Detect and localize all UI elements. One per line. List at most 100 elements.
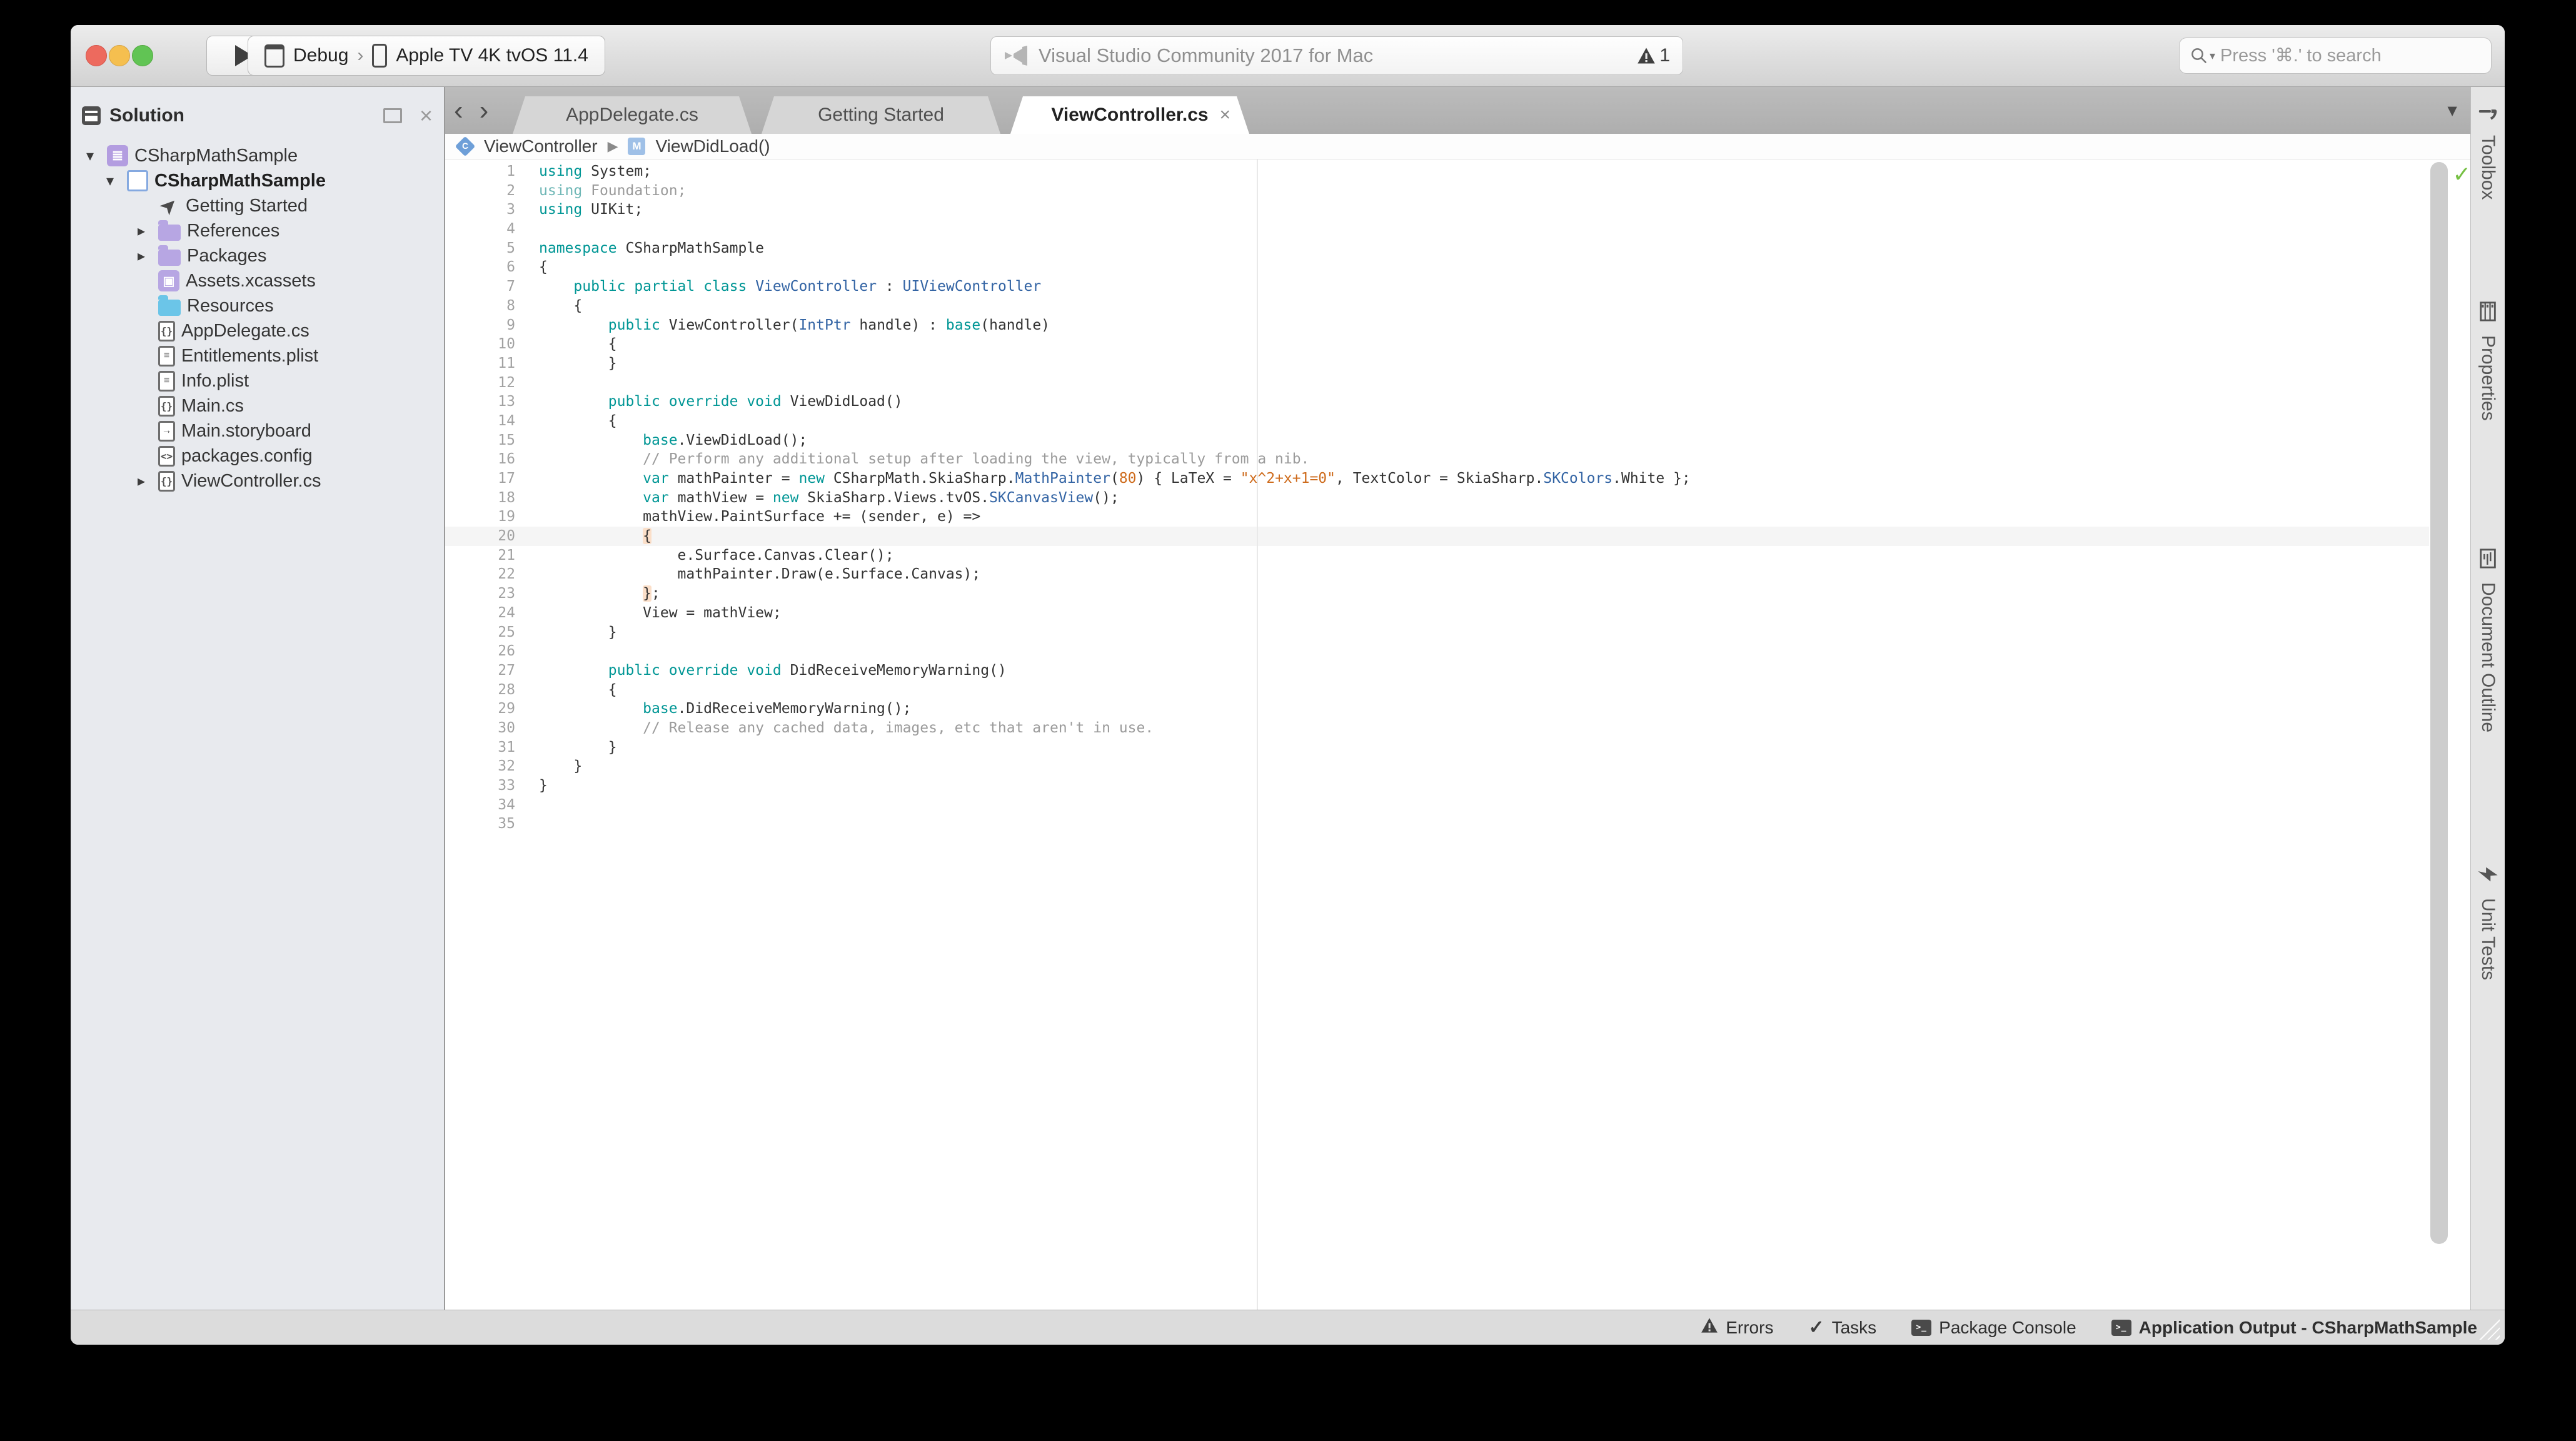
tab-strip: ‹ › AppDelegate.cs Getting Started ViewCon… (445, 87, 2470, 134)
line-number: 25 (498, 624, 515, 640)
tree-item-packages[interactable]: ▸ Packages (71, 243, 444, 268)
dock-pad-icon[interactable] (383, 108, 402, 123)
tree-item-resources[interactable]: Resources (71, 293, 444, 318)
dock-tab-properties[interactable]: Properties (2471, 301, 2505, 421)
tab-label: Getting Started (818, 104, 944, 125)
line-number: 1 (506, 163, 515, 179)
app-title: Visual Studio Community 2017 for Mac (1039, 44, 1374, 66)
expander-right-icon[interactable]: ▸ (131, 247, 152, 265)
hammer-icon (2477, 101, 2498, 125)
project-icon (127, 170, 148, 191)
navigate-back-button[interactable]: ‹ (454, 96, 463, 124)
line-number: 34 (498, 796, 515, 813)
expander-down-icon[interactable]: ▾ (79, 147, 101, 165)
tab-getting-started[interactable]: Getting Started (762, 96, 1000, 134)
line-number: 35 (498, 816, 515, 832)
tree-item-main-storyboard[interactable]: → Main.storyboard (71, 418, 444, 443)
code-line-27: public override void DidReceiveMemoryWar… (608, 662, 1007, 679)
statusbar-tasks[interactable]: ✓ Tasks (1808, 1317, 1876, 1338)
search-input[interactable] (2219, 44, 2481, 67)
tab-appdelegate-cs[interactable]: AppDelegate.cs (513, 96, 752, 134)
terminal-icon: >_ (2111, 1319, 2131, 1336)
tree-item-assets-xcassets[interactable]: ▣ Assets.xcassets (71, 268, 444, 293)
right-dock-strip: Toolbox Properties Document Outline Unit Te… (2470, 87, 2505, 1310)
line-number-gutter: 1 2 3 4 5 6 7 8 9 10 11 12 13 14 15 16 17 18 19 20 21 22 23 24 2… (445, 162, 530, 834)
editor-column: ‹ › AppDelegate.cs Getting Started ViewCon… (445, 87, 2470, 1310)
tree-item-entitlements-plist[interactable]: ≡ Entitlements.plist (71, 343, 444, 368)
line-number: 23 (498, 585, 515, 602)
tree-item-references[interactable]: ▸ References (71, 218, 444, 243)
line-number: 5 (506, 240, 515, 256)
line-number: 17 (498, 470, 515, 487)
properties-icon (2477, 301, 2498, 325)
dock-tab-toolbox[interactable]: Toolbox (2471, 101, 2505, 200)
configuration-device-selector[interactable]: Debug › Apple TV 4K tvOS 11.4 (248, 36, 605, 76)
solution-pad-icon (82, 106, 101, 125)
cs-file-icon: {} (158, 395, 175, 417)
zoom-window-button[interactable] (132, 45, 153, 66)
screenshot-canvas: Debug › Apple TV 4K tvOS 11.4 Visual Stu… (0, 0, 2576, 1441)
tree-item-appdelegate-cs[interactable]: {} AppDelegate.cs (71, 318, 444, 343)
code-editor[interactable]: 1 2 3 4 5 6 7 8 9 10 11 12 13 14 15 16 17 18 19 20 21 22 23 24 2… (445, 159, 2470, 1310)
chevron-separator: › (357, 45, 364, 66)
dock-tab-unit-tests[interactable]: Unit Tests (2471, 864, 2505, 980)
plist-file-icon: ≡ (158, 370, 175, 392)
tree-item-viewcontroller-cs[interactable]: ▸ {} ViewController.cs (71, 468, 444, 493)
statusbar-package-console[interactable]: >_ Package Console (1911, 1318, 2076, 1338)
tree-item-label: Main.storyboard (181, 420, 311, 441)
code-line-5: namespace CSharpMathSample (539, 240, 765, 256)
outline-icon (2477, 548, 2498, 572)
tab-label: ViewController.cs (1051, 104, 1209, 125)
dock-tab-label: Toolbox (2478, 135, 2498, 200)
dock-tab-label: Properties (2478, 335, 2498, 421)
tree-item-main-cs[interactable]: {} Main.cs (71, 393, 444, 418)
cs-file-icon: {} (158, 470, 175, 492)
close-window-button[interactable] (86, 45, 107, 66)
close-pad-icon[interactable]: × (420, 104, 433, 127)
statusbar-errors[interactable]: Errors (1701, 1317, 1773, 1338)
tab-list-dropdown-icon[interactable]: ▼ (2444, 101, 2460, 120)
status-bar: Errors ✓ Tasks >_ Package Console >_ Applicati… (71, 1310, 2505, 1345)
tree-item-label: Main.cs (181, 395, 244, 416)
navigate-forward-button[interactable]: › (480, 96, 489, 124)
tab-close-icon[interactable]: × (1219, 106, 1230, 124)
code-line-3: using UIKit; (539, 201, 643, 218)
tree-item-packages-config[interactable]: <> packages.config (71, 443, 444, 468)
code-line-28: { (539, 681, 617, 698)
breadcrumb-item-viewdidload[interactable]: ViewDidLoad() (655, 136, 770, 156)
line-number: 31 (498, 739, 515, 756)
code-line-31: } (539, 739, 617, 756)
statusbar-application-output-csharpmathsample[interactable]: >_ Application Output - CSharpMathSample (2111, 1318, 2477, 1338)
breadcrumb-item-viewcontroller[interactable]: ViewController (484, 136, 598, 156)
tab-viewcontroller-cs[interactable]: ViewController.cs × (1010, 96, 1249, 134)
line-number: 6 (506, 259, 515, 276)
tree-item-info-plist[interactable]: ≡ Info.plist (71, 368, 444, 393)
tree-item-label: CSharpMathSample (154, 170, 326, 191)
line-number: 15 (498, 432, 515, 448)
tree-item-getting-started[interactable]: ➤ Getting Started (71, 193, 444, 218)
statusbar-item-label: Tasks (1831, 1317, 1877, 1337)
search-scope-chevron-icon[interactable]: ▾ (2210, 49, 2215, 63)
line-number: 27 (498, 662, 515, 679)
window-resize-grip[interactable] (2478, 1318, 2500, 1340)
tree-item-csharpmathsample[interactable]: ▾ ≣ CSharpMathSample (71, 143, 444, 168)
configuration-icon (264, 44, 284, 68)
editor-vertical-scrollbar[interactable] (2430, 162, 2448, 1244)
global-search[interactable]: ▾ (2179, 38, 2492, 74)
dock-tab-document-outline[interactable]: Document Outline (2471, 548, 2505, 732)
tree-item-label: Assets.xcassets (186, 270, 316, 291)
warning-count-badge[interactable]: 1 (1637, 45, 1670, 66)
expander-right-icon[interactable]: ▸ (131, 222, 152, 240)
code-line-23: }; (643, 585, 660, 602)
minimize-window-button[interactable] (109, 45, 130, 66)
tree-item-label: Resources (187, 295, 274, 316)
line-number: 13 (498, 393, 515, 410)
expander-right-icon[interactable]: ▸ (131, 472, 152, 490)
tree-item-csharpmathsample[interactable]: ▾ CSharpMathSample (71, 168, 444, 193)
line-number: 9 (506, 316, 515, 333)
code-line-29: base.DidReceiveMemoryWarning(); (643, 700, 912, 717)
expander-down-icon[interactable]: ▾ (99, 172, 121, 190)
